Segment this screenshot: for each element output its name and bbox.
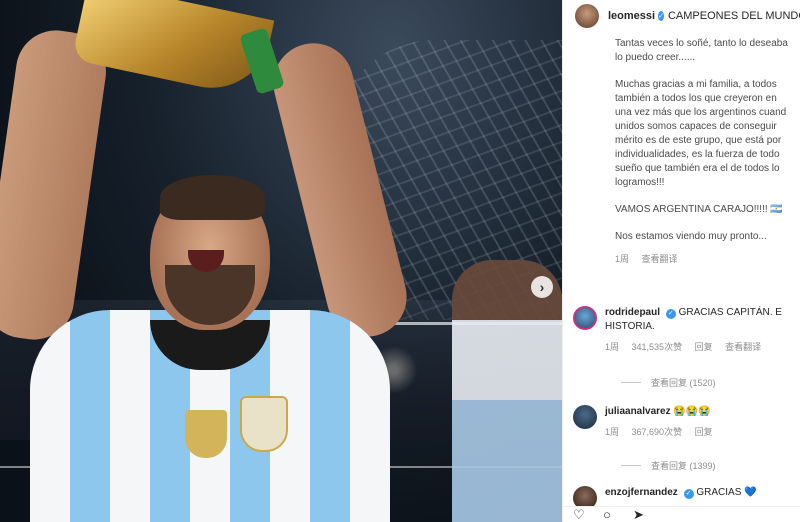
caption-line: VAMOS ARGENTINA CARAJO!!!!! 🇦🇷	[615, 204, 783, 215]
caption-title: CAMPEONES DEL MUNDO!!!!!!!	[667, 10, 800, 22]
share-icon[interactable]: ➤	[633, 508, 649, 522]
verified-icon: ✓	[658, 11, 664, 21]
view-replies[interactable]: 查看回复 (1520)	[621, 376, 716, 389]
comment-text: HISTORIA.	[605, 321, 655, 332]
post-username[interactable]: leomessi	[608, 10, 655, 22]
background-player	[452, 260, 562, 522]
afa-crest	[240, 396, 288, 452]
comment-body: juliaanalvarez 😭😭😭 1周 367,690次赞 回复	[605, 405, 723, 439]
comment-likes[interactable]: 367,690次赞	[632, 427, 683, 437]
caption-line: logramos!!!	[615, 177, 665, 188]
post-photo[interactable]: ›	[0, 0, 562, 522]
post-meta: 1周 查看翻译	[615, 252, 800, 266]
comment-icon[interactable]: ○	[603, 508, 619, 522]
comment-username[interactable]: juliaanalvarez	[605, 406, 671, 417]
caption-line: una vez más que los argentinos cuand	[615, 107, 787, 118]
caption-line: unidos somos capaces de conseguir	[615, 121, 777, 132]
avatar[interactable]	[573, 405, 597, 429]
caption-line: lo puedo creer......	[615, 52, 696, 63]
raised-arm	[0, 25, 112, 345]
post-actions-bar: ♡ ○ ➤	[563, 506, 800, 522]
see-translation-link[interactable]: 查看翻译	[642, 254, 678, 264]
verified-icon: ✓	[665, 309, 676, 319]
comment-meta: 1周 367,690次赞 回复	[605, 425, 723, 439]
view-replies-label[interactable]: 查看回复 (1520)	[651, 376, 716, 389]
divider	[621, 465, 641, 466]
comment-time: 1周	[605, 342, 620, 352]
caption-line: Muchas gracias a mi familia, a todos	[615, 79, 777, 90]
reply-button[interactable]: 回复	[695, 342, 713, 352]
caption-line: individualidades, es la fuerza de todo	[615, 149, 780, 160]
comment-time: 1周	[605, 427, 620, 437]
post-header: leomessi ✓ CAMPEONES DEL MUNDO!!!!!!!	[575, 4, 800, 28]
comment-body: enzojfernandez ✓ GRACIAS 💙	[605, 486, 757, 500]
post-side-panel: leomessi ✓ CAMPEONES DEL MUNDO!!!!!!! Ta…	[562, 0, 800, 522]
view-replies[interactable]: 查看回复 (1399)	[621, 459, 716, 472]
avatar[interactable]	[575, 4, 599, 28]
comment-text: 😭😭😭	[673, 406, 711, 417]
player-hair	[160, 175, 265, 220]
comment: rodridepaul ✓ GRACIAS CAPITÁN. E HISTORI…	[573, 306, 800, 354]
comment-text: GRACIAS CAPITÁN. E	[678, 307, 782, 318]
next-arrow-icon[interactable]: ›	[531, 276, 553, 298]
caption-line: mérito es de este grupo, que está por	[615, 135, 782, 146]
reply-button[interactable]: 回复	[695, 427, 713, 437]
post-caption: Tantas veces lo soñé, tanto lo deseaba l…	[615, 37, 800, 266]
verified-icon: ✓	[683, 489, 694, 499]
comment-likes[interactable]: 341,535次赞	[632, 342, 683, 352]
caption-line: sueño que también era el de todos lo	[615, 163, 780, 174]
caption-line: Nos estamos viendo muy pronto...	[615, 231, 767, 242]
caption-line: también a todos los que creyeron en	[615, 93, 777, 104]
comment-username[interactable]: rodridepaul	[605, 307, 660, 318]
avatar[interactable]	[573, 306, 597, 330]
jersey-badge	[185, 410, 227, 458]
caption-line: Tantas veces lo soñé, tanto lo deseaba	[615, 38, 788, 49]
heart-icon[interactable]: ♡	[573, 508, 589, 522]
comment-text: GRACIAS 💙	[696, 487, 757, 498]
comment-username[interactable]: enzojfernandez	[605, 487, 678, 498]
divider	[621, 382, 641, 383]
post-time: 1周	[615, 254, 630, 264]
comment-body: rodridepaul ✓ GRACIAS CAPITÁN. E HISTORI…	[605, 306, 782, 354]
view-replies-label[interactable]: 查看回复 (1399)	[651, 459, 716, 472]
comment-meta: 1周 341,535次赞 回复 查看翻译	[605, 340, 782, 354]
see-translation-link[interactable]: 查看翻译	[725, 342, 761, 352]
comment: juliaanalvarez 😭😭😭 1周 367,690次赞 回复	[573, 405, 800, 439]
